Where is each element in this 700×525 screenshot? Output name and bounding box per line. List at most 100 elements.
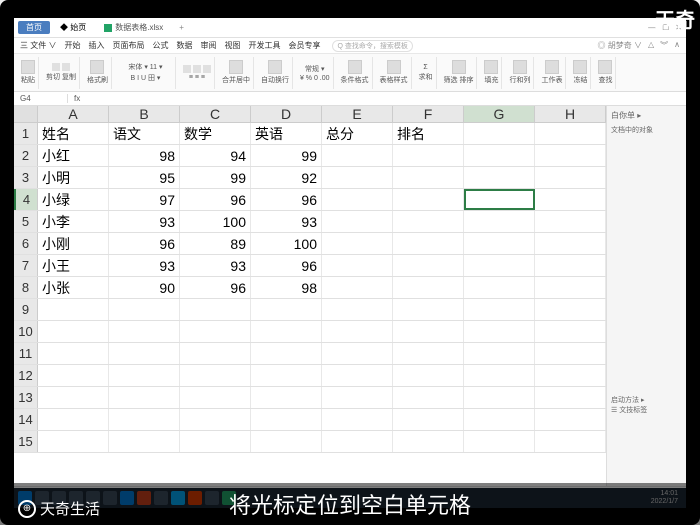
cell[interactable] [251,343,322,364]
cell[interactable]: 96 [180,277,251,298]
cell[interactable] [535,387,606,408]
tg-sum[interactable]: Σ求和 [416,57,437,89]
row-header[interactable]: 4 [14,189,38,210]
cell[interactable] [535,343,606,364]
tg-num[interactable]: 常规 ▾¥ % 0 .00 [297,57,334,89]
cell[interactable] [393,343,464,364]
menu-file[interactable]: 三 文件 ∨ [20,40,56,51]
cell[interactable] [109,299,180,320]
cell[interactable] [535,233,606,254]
cell-reference[interactable]: G4 [18,94,68,103]
cell[interactable]: 92 [251,167,322,188]
cell[interactable] [464,167,535,188]
cell[interactable] [535,409,606,430]
cell[interactable] [535,123,606,144]
cell[interactable]: 小张 [38,277,109,298]
row-header[interactable]: 10 [14,321,38,342]
cell[interactable]: 98 [109,145,180,166]
tg-cond[interactable]: 条件格式 [338,57,373,89]
cell[interactable]: 89 [180,233,251,254]
cell[interactable] [535,255,606,276]
col-header-A[interactable]: A [38,106,109,122]
cell[interactable] [393,277,464,298]
cell[interactable] [322,431,393,452]
cell[interactable] [109,343,180,364]
tg-wrap[interactable]: 自动换行 [258,57,293,89]
cell[interactable] [251,387,322,408]
row-header[interactable]: 9 [14,299,38,320]
cell[interactable] [535,145,606,166]
cell[interactable]: 96 [109,233,180,254]
cell[interactable] [109,365,180,386]
cloud-icon[interactable]: △ [648,40,654,51]
cell[interactable] [180,365,251,386]
spreadsheet-grid[interactable]: A B C D E F G H 1姓名语文数学英语总分排名2小红9894993小… [14,106,606,486]
tg-merge[interactable]: 合并居中 [219,57,254,89]
row-header[interactable]: 5 [14,211,38,232]
cell[interactable]: 小王 [38,255,109,276]
menu-formula[interactable]: 公式 [152,40,168,51]
cell[interactable]: 97 [109,189,180,210]
tg-find[interactable]: 查找 [595,57,616,89]
cell[interactable]: 小李 [38,211,109,232]
cell[interactable]: 93 [251,211,322,232]
row-header[interactable]: 8 [14,277,38,298]
cell[interactable] [38,299,109,320]
menu-search[interactable]: Q 查找命令，搜索模板 [332,40,412,52]
cell[interactable] [322,211,393,232]
cell[interactable] [180,299,251,320]
tab-home[interactable]: 首页 [18,21,50,34]
cell[interactable] [393,431,464,452]
side-panel-bottom-sub[interactable]: ☰ 文技标签 [611,405,682,415]
menu-layout[interactable]: 页面布局 [112,40,144,51]
cell[interactable]: 小红 [38,145,109,166]
cell[interactable] [464,343,535,364]
tg-paste[interactable]: 粘贴 [18,57,39,89]
sync-label[interactable]: ◎ 胡梦奇 ∨ [598,40,642,51]
menu-start[interactable]: 开始 [64,40,80,51]
cell[interactable] [464,409,535,430]
cell[interactable]: 100 [251,233,322,254]
cell[interactable]: 总分 [322,123,393,144]
cell[interactable] [38,409,109,430]
cell[interactable] [322,277,393,298]
cell[interactable]: 96 [251,255,322,276]
col-header-G[interactable]: G [464,106,535,122]
cell[interactable] [535,167,606,188]
cell[interactable] [251,365,322,386]
cell[interactable] [109,387,180,408]
cell[interactable] [393,211,464,232]
cell[interactable] [251,409,322,430]
row-header[interactable]: 12 [14,365,38,386]
tg-cell[interactable]: 行和列 [506,57,534,89]
cell[interactable] [109,431,180,452]
cell[interactable]: 小绿 [38,189,109,210]
row-header[interactable]: 14 [14,409,38,430]
cell[interactable] [251,431,322,452]
cell[interactable] [38,431,109,452]
cell[interactable] [393,321,464,342]
side-panel-bottom-label[interactable]: 启动方法 ▸ [611,395,682,405]
cell[interactable] [322,189,393,210]
tab-add[interactable]: + [179,23,184,32]
cell[interactable] [180,409,251,430]
cell[interactable] [464,145,535,166]
tg-clip[interactable]: 剪切 复制 [43,57,80,89]
cell[interactable] [393,189,464,210]
cell[interactable] [109,321,180,342]
cell[interactable] [180,431,251,452]
cell[interactable]: 100 [180,211,251,232]
cell[interactable] [393,409,464,430]
cell[interactable] [251,299,322,320]
cell[interactable] [393,299,464,320]
cell[interactable]: 96 [251,189,322,210]
col-header-H[interactable]: H [535,106,606,122]
col-header-B[interactable]: B [109,106,180,122]
cell[interactable]: 99 [180,167,251,188]
cell[interactable]: 英语 [251,123,322,144]
cell[interactable] [322,387,393,408]
cell[interactable] [464,299,535,320]
col-header-C[interactable]: C [180,106,251,122]
cell[interactable]: 94 [180,145,251,166]
col-header-F[interactable]: F [393,106,464,122]
